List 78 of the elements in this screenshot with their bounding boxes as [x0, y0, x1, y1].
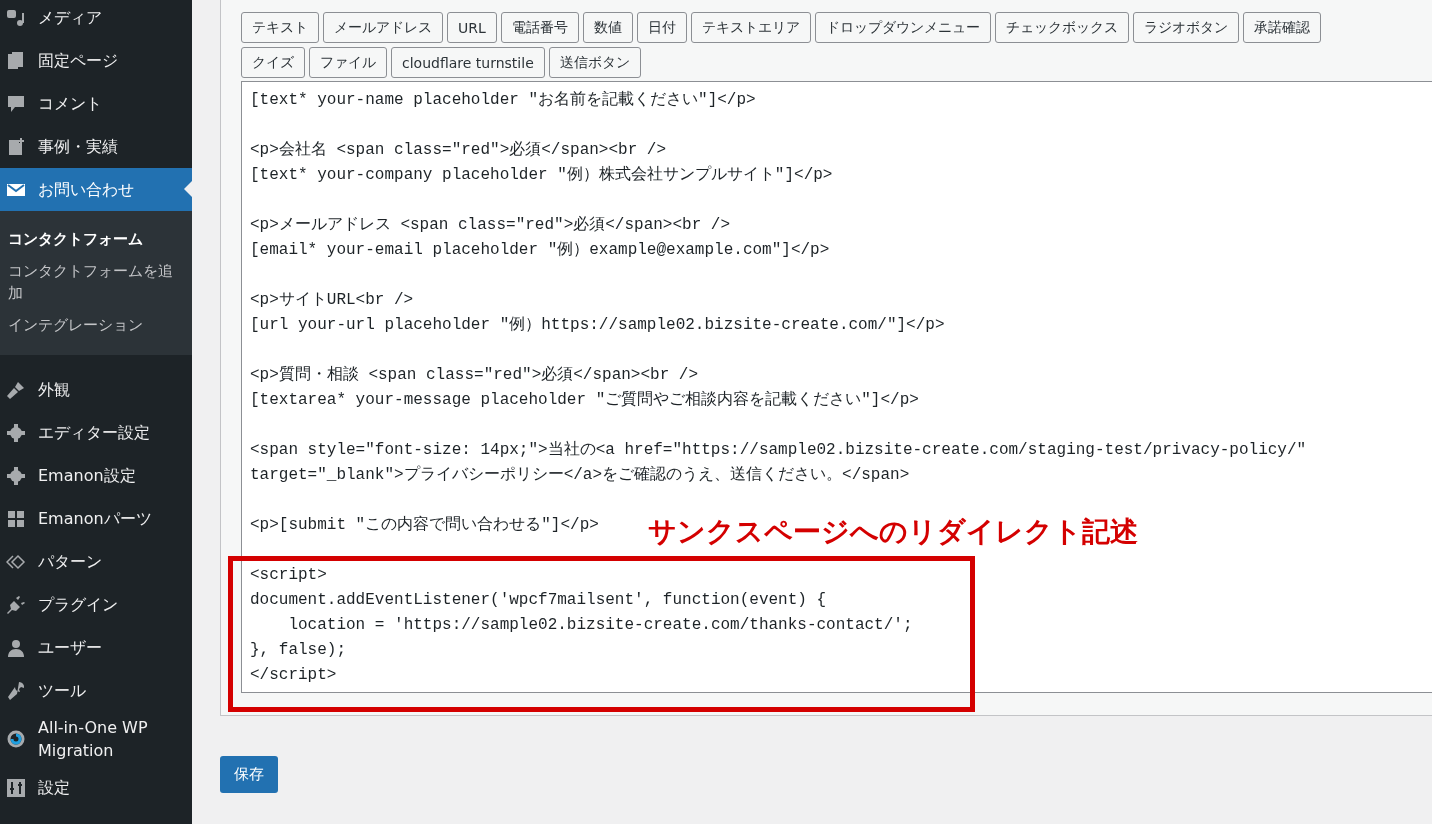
tag-button[interactable]: ファイル — [309, 47, 387, 78]
tag-button[interactable]: cloudflare turnstile — [391, 47, 545, 78]
sidebar-item[interactable]: 設定 — [0, 766, 192, 809]
sidebar-item[interactable]: ユーザー — [0, 626, 192, 669]
code-line: <p>メールアドレス <span class="red">必須</span><br /> — [250, 215, 731, 236]
sidebar-item[interactable]: 外観 — [0, 368, 192, 411]
tag-button[interactable]: 日付 — [636, 12, 687, 43]
sidebar-item[interactable]: メディア — [0, 0, 192, 39]
menu-label: プラグイン — [38, 594, 119, 616]
brush-icon — [6, 379, 26, 400]
sliders-icon — [6, 777, 26, 798]
code-line: [textarea* your-message placeholder "ご質問やご相談内容を記載ください"]</p> — [250, 389, 919, 411]
sidebar-item[interactable]: 事例・実績 — [0, 125, 192, 168]
media-icon — [6, 7, 26, 28]
user-icon — [6, 637, 26, 658]
sidebar-item[interactable]: ツール — [0, 669, 192, 712]
menu-label: 固定ページ — [38, 50, 119, 72]
annotation-text: サンクスページへのリダイレクト記述 — [648, 514, 1138, 550]
sidebar-item[interactable]: パターン — [0, 540, 192, 583]
plug-icon — [6, 594, 26, 615]
sidebar-item[interactable]: All-in-One WP Migration — [0, 712, 192, 766]
code-line: [text* your-company placeholder "例）株式会社サンプルサイト"]</p> — [250, 164, 833, 186]
menu-label: Emanon設定 — [38, 465, 137, 487]
code-textarea[interactable] — [241, 81, 1432, 693]
menu-label: エディター設定 — [38, 422, 151, 444]
tag-button[interactable]: 送信ボタン — [548, 47, 641, 78]
sidebar-item[interactable]: 固定ページ — [0, 39, 192, 82]
menu-label: お問い合わせ — [38, 179, 135, 201]
code-line: target="_blank">プライバシーポリシー</a>をご確認のうえ、送信ください。</span> — [250, 464, 910, 486]
sidebar-item[interactable]: お問い合わせ — [0, 168, 192, 211]
grid-icon — [6, 508, 26, 529]
code-line: location = 'https://sample02.bizsite-create.com/thanks-contact/'; — [287, 615, 913, 636]
menu-label: 事例・実績 — [38, 136, 119, 158]
code-line: </script> — [250, 665, 337, 686]
menu-label: コメント — [38, 93, 103, 115]
menu-label: ユーザー — [38, 637, 103, 659]
code-line: <p>会社名 <span class="red">必須</span><br /> — [250, 140, 667, 161]
sidebar-item[interactable]: エディター設定 — [0, 411, 192, 454]
sidebar-item[interactable]: コメント — [0, 82, 192, 125]
code-line: <p>[submit "この内容で問い合わせる"]</p> — [250, 514, 599, 536]
tag-button[interactable]: ドロップダウンメニュー — [814, 12, 991, 43]
menu-label: Emanonパーツ — [38, 508, 153, 530]
code-line: document.addEventListener('wpcf7mailsent', function(event) { — [250, 590, 827, 611]
code-line: <span style="font-size: 14px;">当社の<a href="https://sample02.bizsite-create.com/staging-test/privacy-policy/" — [250, 440, 1307, 461]
tag-button[interactable]: 数値 — [582, 12, 633, 43]
save-button[interactable]: 保存 — [220, 756, 278, 793]
code-line: [text* your-name placeholder "お名前を記載ください"]</p> — [250, 90, 756, 111]
pages-icon — [6, 50, 26, 71]
tag-button[interactable]: URL — [447, 12, 497, 43]
tag-button[interactable]: クイズ — [241, 47, 305, 78]
tag-button[interactable]: 電話番号 — [500, 12, 579, 43]
sidebar-item[interactable]: Emanonパーツ — [0, 497, 192, 540]
code-line: <p>サイトURL<br /> — [250, 290, 414, 311]
tag-button[interactable]: メールアドレス — [323, 12, 443, 43]
tag-button[interactable]: テキストエリア — [690, 12, 811, 43]
code-line: <p>質問・相談 <span class="red">必須</span><br /> — [250, 365, 699, 386]
code-line: [email* your-email placeholder "例）example@example.com"]</p> — [250, 240, 830, 261]
menu-label: 設定 — [38, 777, 71, 799]
post-icon — [6, 136, 26, 157]
submenu-item[interactable]: コンタクトフォーム — [0, 223, 182, 255]
menu-label: 外観 — [38, 379, 71, 401]
code-line: <script> — [250, 565, 327, 586]
tag-button[interactable]: テキスト — [241, 12, 319, 43]
menu-label: メディア — [38, 7, 103, 29]
menu-label: ツール — [38, 680, 87, 702]
tag-button[interactable]: ラジオボタン — [1132, 12, 1239, 43]
sidebar-item[interactable]: プラグイン — [0, 583, 192, 626]
ring-icon — [6, 729, 26, 749]
submenu-item[interactable]: コンタクトフォームを追加 — [0, 255, 182, 309]
comment-icon — [6, 93, 26, 114]
menu-label: パターン — [38, 551, 103, 573]
code-line: [url your-url placeholder "例）https://sample02.bizsite-create.com/"]</p> — [250, 315, 945, 336]
code-line: }, false); — [250, 640, 346, 661]
submenu-item[interactable]: インテグレーション — [0, 309, 182, 341]
tag-button[interactable]: チェックボックス — [994, 12, 1129, 43]
menu-label: All-in-One WP Migration — [38, 717, 149, 762]
sidebar-item[interactable]: Emanon設定 — [0, 454, 192, 497]
tag-button[interactable]: 承諾確認 — [1242, 12, 1321, 43]
